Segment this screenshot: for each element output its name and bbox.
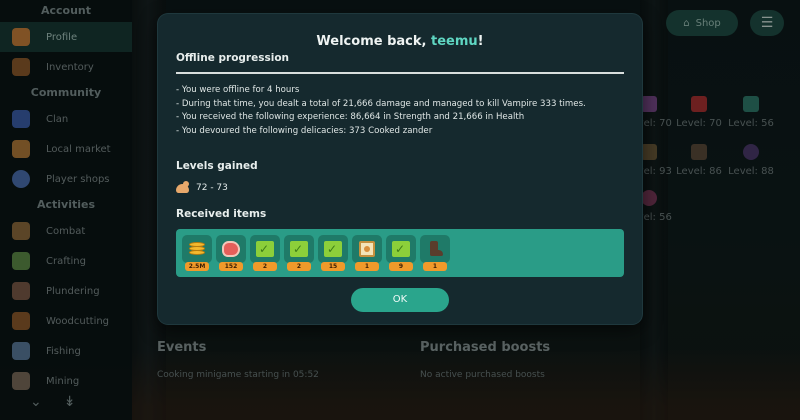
item-count: 1 <box>355 262 379 271</box>
boot-icon <box>426 240 444 258</box>
offline-progression-dialog: Welcome back, teemu! Offline progression… <box>158 14 642 324</box>
item-count: 2 <box>253 262 277 271</box>
item-slot[interactable]: 15 <box>318 235 348 271</box>
herb-icon <box>290 241 308 257</box>
log-line: - You were offline for 4 hours <box>176 85 300 95</box>
log-line: - You received the following experience:… <box>176 112 525 122</box>
received-items-list: 2.5M 152 2 2 15 1 9 1 <box>176 229 624 277</box>
crate-icon <box>359 241 375 257</box>
item-slot[interactable]: 2.5M <box>182 235 212 271</box>
log-line: - During that time, you dealt a total of… <box>176 98 586 109</box>
divider <box>176 72 624 74</box>
offline-progression-heading: Offline progression <box>176 52 290 64</box>
ok-button[interactable]: OK <box>351 288 449 312</box>
dialog-title-suffix: ! <box>477 34 484 49</box>
item-slot[interactable]: 2 <box>284 235 314 271</box>
strength-icon <box>176 181 190 195</box>
item-slot[interactable]: 9 <box>386 235 416 271</box>
offline-log: - You were offline for 4 hours - During … <box>176 84 596 138</box>
item-slot[interactable]: 152 <box>216 235 246 271</box>
dialog-title-prefix: Welcome back, <box>316 34 431 49</box>
item-slot[interactable]: 2 <box>250 235 280 271</box>
username: teemu <box>430 34 478 49</box>
item-slot[interactable]: 1 <box>420 235 450 271</box>
log-line: - You devoured the following delicacies:… <box>176 125 433 136</box>
item-count: 9 <box>389 262 413 271</box>
item-count: 2.5M <box>185 262 209 271</box>
item-slot[interactable]: 1 <box>352 235 382 271</box>
herb-icon <box>256 241 274 257</box>
received-items-heading: Received items <box>176 208 267 220</box>
item-count: 2 <box>287 262 311 271</box>
level-gain-text: 72 - 73 <box>196 183 228 193</box>
level-gain-row: 72 - 73 <box>176 181 228 195</box>
levels-gained-heading: Levels gained <box>176 160 258 172</box>
herb-icon <box>324 241 342 257</box>
item-count: 1 <box>423 262 447 271</box>
herb-icon <box>392 241 410 257</box>
coins-icon <box>188 240 206 258</box>
item-count: 15 <box>321 262 345 271</box>
item-count: 152 <box>219 262 243 271</box>
raw-meat-icon <box>222 241 240 257</box>
dialog-title: Welcome back, teemu! <box>158 34 642 49</box>
